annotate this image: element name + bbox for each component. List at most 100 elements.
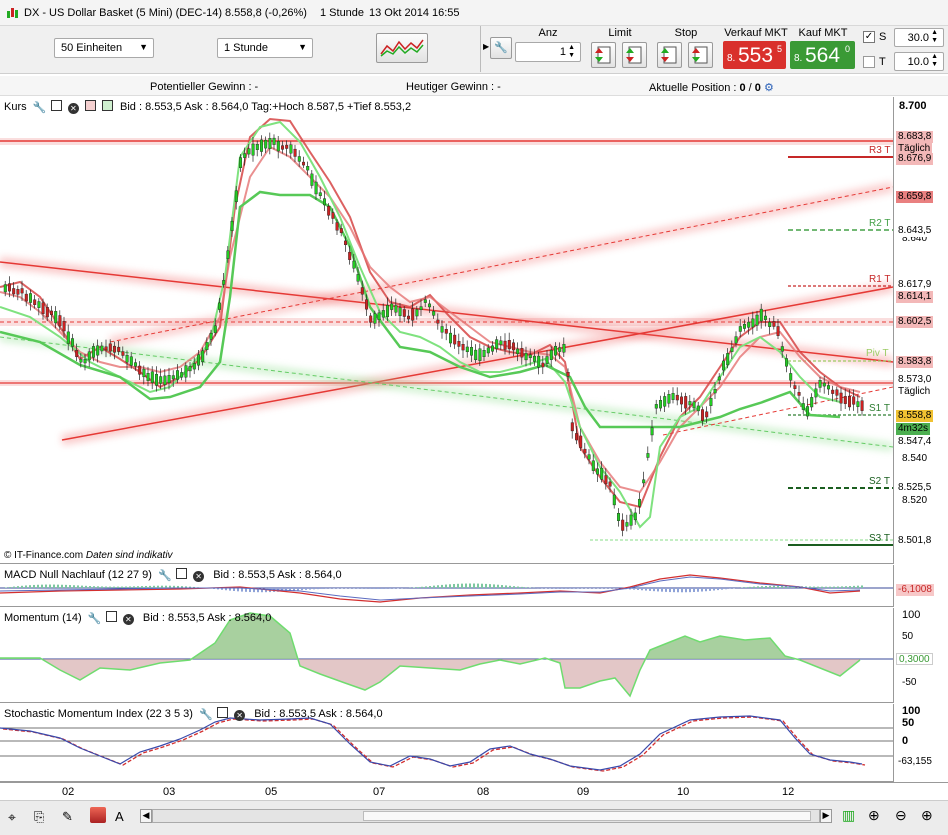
stepper-icon[interactable]: ▲ ▼	[568, 44, 575, 60]
t-input[interactable]: 10.0 ▲ ▼	[894, 52, 944, 71]
macd-bar	[701, 588, 703, 592]
move-down-icon[interactable]	[84, 100, 96, 111]
candle-body	[205, 342, 209, 350]
price-tag: 8.659,8	[896, 191, 934, 203]
limit-sell-button[interactable]	[622, 42, 647, 68]
close-icon[interactable]: ✕	[234, 710, 246, 721]
time-label: 07	[373, 786, 386, 798]
macd-bar	[101, 586, 103, 588]
wrench-icon[interactable]: 🔧	[158, 571, 172, 582]
chart-icon[interactable]: ▥	[842, 807, 855, 824]
stop-sell-button[interactable]	[688, 42, 713, 68]
scrollbar-thumb[interactable]	[363, 811, 811, 821]
candle-body	[793, 385, 797, 389]
close-icon[interactable]: ✕	[193, 571, 205, 582]
candle-body	[390, 303, 394, 310]
s-checkbox[interactable]: ✓	[863, 31, 875, 43]
chart-type-button[interactable]	[376, 33, 428, 63]
macd-label: MACD Null Nachlauf (12 27 9)	[4, 569, 152, 581]
macd-bar	[365, 588, 367, 589]
zoom-out-icon[interactable]: ⊖	[895, 807, 907, 824]
macd-bar	[357, 588, 359, 589]
close-icon[interactable]: ✕	[122, 614, 134, 625]
wrench-icon[interactable]: 🔧	[32, 103, 46, 114]
momentum-panel[interactable]: Momentum (14) 🔧 ✕ Bid : 8.553,5 Ask : 8.…	[0, 608, 893, 703]
text-tool-icon[interactable]: A	[115, 809, 124, 824]
horizontal-scrollbar[interactable]	[152, 809, 820, 823]
wrench-icon[interactable]: 🔧	[490, 37, 512, 59]
t-checkbox[interactable]	[863, 56, 875, 68]
units-select-value: 50 Einheiten	[61, 42, 123, 54]
play-icon[interactable]: ▶	[483, 42, 489, 51]
zoom-in-icon[interactable]: ⊕	[921, 807, 933, 824]
macd-bar	[729, 588, 731, 589]
time-axis: 02 03 05 07 08 09 10 12	[0, 782, 948, 800]
s-input[interactable]: 30.0 ▲ ▼	[894, 28, 944, 47]
momentum-axis: 100 50 -50 0,3000	[893, 608, 948, 703]
main-chart-header: Kurs 🔧 ✕ Bid : 8.553,5 Ask : 8.564,0 Tag…	[4, 100, 411, 114]
candle-body	[545, 356, 549, 364]
window-icon[interactable]	[105, 611, 117, 622]
stepper-icon[interactable]: ▲ ▼	[931, 53, 938, 69]
move-up-icon[interactable]	[101, 100, 113, 111]
macd-panel[interactable]: MACD Null Nachlauf (12 27 9) 🔧 ✕ Bid : 8…	[0, 565, 893, 607]
macd-bar	[37, 584, 39, 588]
wrench-icon[interactable]: 🔧	[87, 614, 101, 625]
zoom-fit-icon[interactable]: ⊕	[868, 807, 880, 824]
candle-body	[268, 138, 272, 149]
macd-bar	[745, 587, 747, 588]
indicator-icon[interactable]	[90, 807, 106, 823]
macd-bar	[361, 588, 363, 589]
macd-bar	[353, 588, 355, 589]
crosshair-icon[interactable]: ⌖	[8, 809, 16, 826]
candle-body	[163, 375, 167, 385]
window-icon[interactable]	[176, 568, 188, 579]
limit-buy-button[interactable]	[591, 42, 616, 68]
window-icon[interactable]	[217, 707, 229, 718]
macd-bar	[373, 588, 375, 589]
candle-body	[133, 362, 137, 367]
price-chart-panel[interactable]: Kurs 🔧 ✕ Bid : 8.553,5 Ask : 8.564,0 Tag…	[0, 97, 893, 564]
time-label: 12	[782, 786, 795, 798]
scroll-right-button[interactable]: ▶	[820, 809, 832, 823]
copy-icon[interactable]: ⎘	[34, 809, 44, 825]
interval-select[interactable]: 1 Stunde ▼	[217, 38, 313, 58]
sell-price-big: 553	[738, 44, 774, 67]
buy-market-button[interactable]: 8. 564 0	[790, 41, 855, 69]
candle-body	[566, 372, 570, 377]
time-label: 08	[477, 786, 490, 798]
scroll-left-button[interactable]: ◀	[140, 809, 152, 823]
macd-bar	[49, 584, 51, 588]
wrench-icon[interactable]: 🔧	[199, 710, 213, 721]
stop-buy-button[interactable]	[657, 42, 682, 68]
window-icon[interactable]	[50, 100, 62, 111]
anz-input[interactable]: 1 ▲ ▼	[515, 42, 581, 62]
candle-body	[591, 460, 595, 471]
stochastic-panel[interactable]: Stochastic Momentum Index (22 3 5 3) 🔧 ✕…	[0, 704, 893, 782]
macd-bar	[57, 584, 59, 588]
candle-body	[373, 313, 377, 324]
drawing-tool-icon[interactable]: ✎	[62, 809, 73, 825]
macd-bar	[109, 586, 111, 588]
stepper-icon[interactable]: ▲ ▼	[931, 29, 938, 45]
candle-body	[726, 353, 730, 366]
price-chart-canvas[interactable]	[0, 97, 893, 563]
macd-bar	[573, 588, 575, 589]
candle-body	[91, 346, 95, 358]
macd-bar	[681, 588, 683, 593]
candle-body	[243, 153, 247, 158]
units-select[interactable]: 50 Einheiten ▼	[54, 38, 154, 58]
candle-body	[402, 309, 406, 317]
candle-body	[696, 405, 700, 412]
candle-body	[234, 190, 238, 202]
s-label: S	[879, 31, 887, 43]
candle-body	[285, 144, 289, 149]
gear-icon[interactable]: ⚙	[764, 82, 774, 94]
macd-bar	[713, 588, 715, 591]
sell-market-button[interactable]: 8. 553 5	[723, 41, 786, 69]
chart-app-icon	[5, 6, 19, 20]
candle-body	[558, 347, 562, 352]
candle-body	[58, 315, 62, 327]
candle-body	[583, 448, 587, 454]
close-icon[interactable]: ✕	[67, 103, 79, 114]
